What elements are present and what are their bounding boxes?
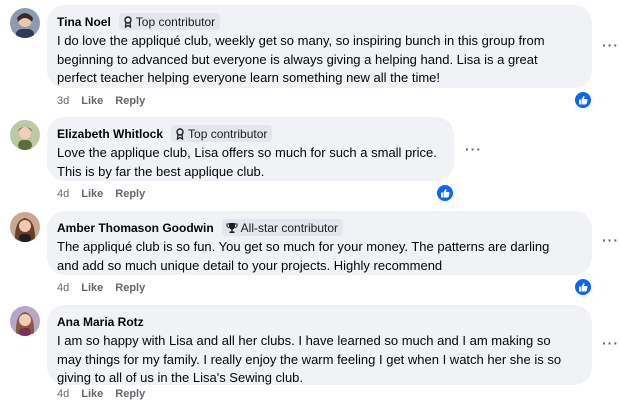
comment-item: Ana Maria Rotz I am so happy with Lisa a… — [0, 300, 621, 404]
comment-time[interactable]: 4d — [57, 188, 69, 200]
reply-button[interactable]: Reply — [115, 188, 145, 200]
badge-label: Top contributor — [188, 126, 268, 141]
like-reaction-icon[interactable] — [573, 277, 593, 297]
comment-actions: 4d Like Reply — [57, 387, 157, 401]
comment-item: Elizabeth Whitlock Top contributor Love … — [0, 112, 621, 204]
comment-bubble: Ana Maria Rotz I am so happy with Lisa a… — [47, 305, 592, 385]
like-button[interactable]: Like — [81, 95, 103, 107]
comment-time[interactable]: 4d — [57, 388, 69, 400]
comment-item: Amber Thomason Goodwin All-star contribu… — [0, 206, 621, 300]
badge-label: Top contributor — [135, 14, 216, 29]
commenter-name[interactable]: Ana Maria Rotz — [57, 315, 144, 329]
more-options-icon[interactable]: ··· — [602, 335, 619, 351]
reply-button[interactable]: Reply — [115, 95, 145, 107]
badge-label: All-star contributor — [240, 220, 339, 235]
trophy-icon — [226, 222, 238, 233]
comment-bubble: Elizabeth Whitlock Top contributor Love … — [47, 117, 454, 181]
contributor-badge[interactable]: All-star contributor — [221, 219, 344, 236]
contributor-icon — [176, 127, 184, 140]
contributor-icon — [124, 15, 132, 28]
commenter-name[interactable]: Tina Noel — [57, 15, 111, 29]
reply-button[interactable]: Reply — [115, 282, 145, 294]
more-options-icon[interactable]: ··· — [602, 232, 619, 248]
comment-text: Love the applique club, Lisa offers so m… — [57, 145, 437, 179]
comment-text: I do love the appliqué club, weekly get … — [57, 33, 545, 85]
like-button[interactable]: Like — [81, 282, 103, 294]
like-button[interactable]: Like — [81, 388, 103, 400]
commenter-name[interactable]: Elizabeth Whitlock — [57, 127, 163, 141]
comment-bubble: Amber Thomason Goodwin All-star contribu… — [47, 211, 592, 275]
avatar[interactable] — [10, 306, 40, 336]
avatar[interactable] — [10, 212, 40, 242]
comment-bubble: Tina Noel Top contributor I do love the … — [47, 5, 592, 88]
commenter-name[interactable]: Amber Thomason Goodwin — [57, 221, 214, 235]
comment-item: Tina Noel Top contributor I do love the … — [0, 0, 621, 110]
comment-actions: 3d Like Reply — [57, 94, 157, 108]
more-options-icon[interactable]: ··· — [465, 141, 482, 157]
more-options-icon[interactable]: ··· — [602, 37, 619, 53]
comment-text: The appliqué club is so fun. You get so … — [57, 239, 550, 273]
like-reaction-icon[interactable] — [435, 183, 455, 203]
reply-button[interactable]: Reply — [115, 388, 145, 400]
comment-actions: 4d Like Reply — [57, 281, 157, 295]
contributor-badge[interactable]: Top contributor — [171, 125, 273, 142]
avatar[interactable] — [10, 120, 40, 150]
contributor-badge[interactable]: Top contributor — [118, 13, 221, 30]
comment-text: I am so happy with Lisa and all her club… — [57, 333, 562, 385]
comment-time[interactable]: 4d — [57, 282, 69, 294]
like-reaction-icon[interactable] — [573, 90, 593, 110]
comment-actions: 4d Like Reply — [57, 187, 157, 201]
avatar[interactable] — [10, 8, 40, 38]
comment-time[interactable]: 3d — [57, 95, 69, 107]
like-button[interactable]: Like — [81, 188, 103, 200]
